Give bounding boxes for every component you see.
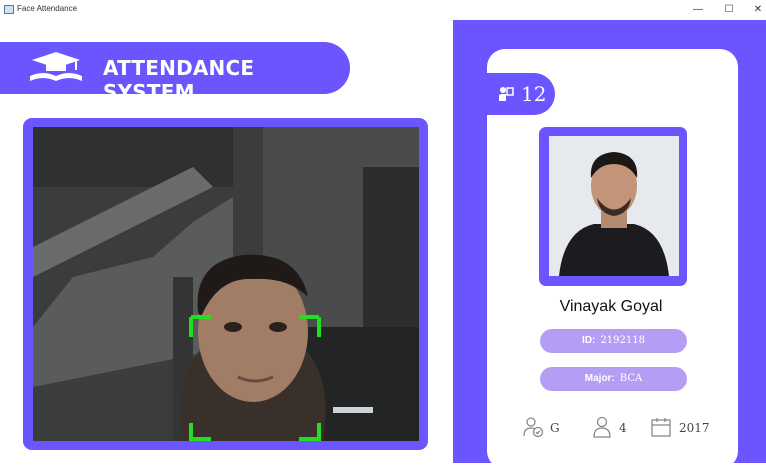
- student-major-label: Major:: [584, 373, 615, 384]
- student-photo-frame: [539, 127, 687, 286]
- close-button[interactable]: ✕: [750, 2, 766, 18]
- student-starting-year: 2017: [679, 421, 710, 435]
- maximize-button[interactable]: ☐: [721, 2, 737, 18]
- student-name-box: Vinayak Goyal: [511, 289, 711, 323]
- person-board-icon: [499, 87, 514, 101]
- minimize-button[interactable]: —: [690, 2, 706, 18]
- webcam-feed: [33, 127, 419, 441]
- header-banner: ATTENDANCE SYSTEM: [0, 42, 350, 104]
- app-icon: [4, 5, 14, 14]
- window-titlebar: Face Attendance — ☐ ✕: [0, 0, 766, 21]
- webcam-frame: [23, 118, 428, 450]
- webcam-image: [33, 127, 419, 441]
- student-major-value: BCA: [619, 373, 643, 384]
- user-check-icon: [523, 417, 544, 438]
- student-card: 12 Vinayak Goyal ID: 2192118 Major: BCA: [487, 49, 738, 469]
- student-id-label: ID:: [582, 335, 596, 346]
- graduation-cap-icon: [30, 52, 82, 81]
- student-standing: G: [550, 421, 560, 435]
- calendar-icon: [651, 418, 671, 437]
- camera-panel: ATTENDANCE SYSTEM: [0, 20, 453, 463]
- user-icon: [593, 416, 611, 438]
- student-id-value: 2192118: [600, 335, 645, 346]
- window-title: Face Attendance: [17, 4, 78, 13]
- student-photo: [549, 136, 679, 276]
- app-title: ATTENDANCE SYSTEM: [103, 56, 255, 104]
- student-name: Vinayak Goyal: [559, 298, 663, 315]
- student-id-pill: ID: 2192118: [540, 329, 687, 353]
- student-year: 4: [619, 421, 627, 435]
- student-info-panel: 12 Vinayak Goyal ID: 2192118 Major: BCA: [453, 20, 766, 469]
- student-major-pill: Major: BCA: [540, 367, 687, 391]
- attendance-counter: 12: [487, 73, 555, 115]
- total-attendance: 12: [521, 82, 547, 106]
